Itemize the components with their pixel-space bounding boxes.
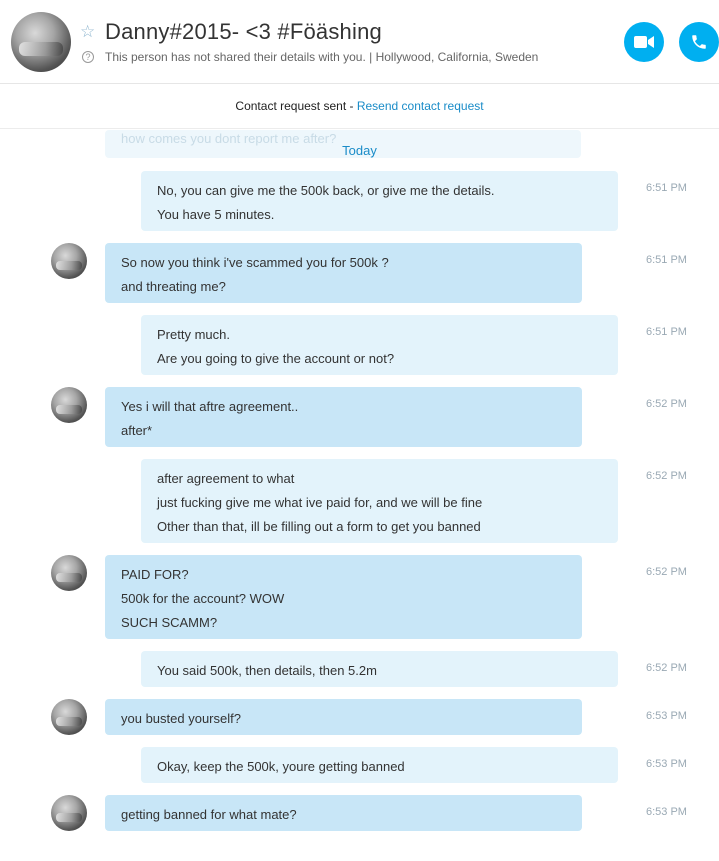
outgoing-message[interactable]: Pretty much. Are you going to give the ac… bbox=[141, 315, 618, 375]
message-line: getting banned for what mate? bbox=[121, 807, 297, 822]
message-timestamp: 6:53 PM bbox=[646, 710, 687, 722]
chat-header: ☆ Danny#2015- <3 #Föäshing ? This person… bbox=[0, 0, 719, 84]
outgoing-message[interactable]: You said 500k, then details, then 5.2m bbox=[141, 651, 618, 687]
sender-avatar[interactable] bbox=[51, 555, 87, 591]
sender-avatar[interactable] bbox=[51, 243, 87, 279]
sender-avatar[interactable] bbox=[51, 699, 87, 735]
contact-name[interactable]: Danny#2015- <3 #Föäshing bbox=[105, 19, 382, 45]
sender-avatar[interactable] bbox=[51, 387, 87, 423]
incoming-message[interactable]: you busted yourself? bbox=[105, 699, 582, 735]
message-line: SUCH SCAMM? bbox=[121, 615, 218, 630]
phone-icon bbox=[692, 35, 706, 49]
message-timestamp: 6:53 PM bbox=[646, 758, 687, 770]
day-separator: Today bbox=[342, 143, 377, 158]
message-line: after* bbox=[121, 423, 153, 438]
outgoing-message[interactable]: No, you can give me the 500k back, or gi… bbox=[141, 171, 618, 231]
outgoing-message[interactable]: after agreement to what just fucking give… bbox=[141, 459, 618, 543]
message-timestamp: 6:51 PM bbox=[646, 254, 687, 266]
video-camera-icon bbox=[634, 36, 654, 48]
sender-avatar[interactable] bbox=[51, 795, 87, 831]
outgoing-message[interactable]: Okay, keep the 500k, youre getting banne… bbox=[141, 747, 618, 783]
message-line: You have 5 minutes. bbox=[157, 207, 275, 222]
message-timestamp: 6:52 PM bbox=[646, 662, 687, 674]
incoming-message[interactable]: So now you think i've scammed you for 50… bbox=[105, 243, 582, 303]
message-line: So now you think i've scammed you for 50… bbox=[121, 255, 389, 270]
resend-contact-request-link[interactable]: Resend contact request bbox=[357, 99, 484, 113]
message-line: Pretty much. bbox=[157, 327, 230, 342]
question-circle-icon: ? bbox=[82, 51, 94, 63]
message-line: Okay, keep the 500k, youre getting banne… bbox=[157, 759, 405, 774]
message-line: you busted yourself? bbox=[121, 711, 241, 726]
message-timestamp: 6:52 PM bbox=[646, 566, 687, 578]
message-line: You said 500k, then details, then 5.2m bbox=[157, 663, 377, 678]
message-line: No, you can give me the 500k back, or gi… bbox=[157, 183, 495, 198]
message-line: PAID FOR? bbox=[121, 567, 189, 582]
contact-request-notice: Contact request sent - Resend contact re… bbox=[0, 85, 719, 129]
incoming-message[interactable]: getting banned for what mate? bbox=[105, 795, 582, 831]
message-timestamp: 6:51 PM bbox=[646, 182, 687, 194]
message-line: Yes i will that aftre agreement.. bbox=[121, 399, 299, 414]
message-line: after agreement to what bbox=[157, 471, 295, 486]
message-timestamp: 6:51 PM bbox=[646, 326, 687, 338]
notice-text: Contact request sent - bbox=[235, 99, 357, 113]
message-timestamp: 6:52 PM bbox=[646, 398, 687, 410]
video-call-button[interactable] bbox=[624, 22, 664, 62]
incoming-message[interactable]: PAID FOR? 500k for the account? WOW SUCH S… bbox=[105, 555, 582, 639]
message-line: Other than that, ill be filling out a fo… bbox=[157, 519, 481, 534]
contact-avatar[interactable] bbox=[11, 12, 71, 72]
contact-subtitle: This person has not shared their details… bbox=[105, 50, 539, 64]
message-timestamp: 6:52 PM bbox=[646, 470, 687, 482]
incoming-message[interactable]: Yes i will that aftre agreement.. after* bbox=[105, 387, 582, 447]
message-line: and threating me? bbox=[121, 279, 226, 294]
message-line: Are you going to give the account or not… bbox=[157, 351, 395, 366]
message-line: just fucking give me what ive paid for, … bbox=[157, 495, 483, 510]
star-icon[interactable]: ☆ bbox=[80, 22, 95, 42]
message-timestamp: 6:53 PM bbox=[646, 806, 687, 818]
message-line: 500k for the account? WOW bbox=[121, 591, 285, 606]
audio-call-button[interactable] bbox=[679, 22, 719, 62]
